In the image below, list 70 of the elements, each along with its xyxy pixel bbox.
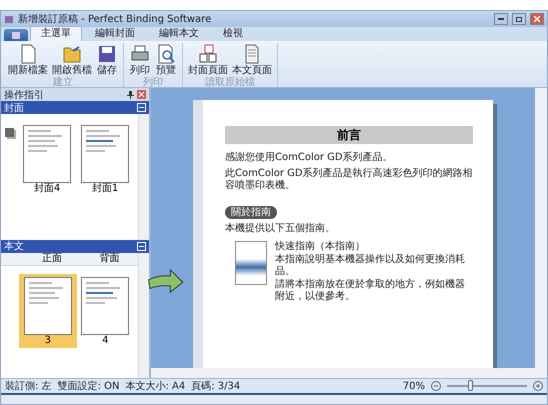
page-thumbnail[interactable]: 3 [19, 274, 76, 348]
section-badge: 關於指南 [225, 206, 277, 219]
close-button[interactable] [530, 13, 544, 25]
scrollbar[interactable] [138, 114, 149, 240]
ribbon-button[interactable]: 列印 [128, 43, 152, 76]
page-preview [81, 125, 129, 183]
status-text: 裝訂側: 左 [5, 380, 52, 393]
close-icon[interactable] [137, 90, 146, 99]
zoom-out-icon[interactable] [431, 381, 441, 391]
section-header[interactable]: 本文 [1, 240, 149, 252]
guide-text: 請將本指南放在便於拿取的地方，例如機器附近，以便參考。 [275, 279, 466, 303]
arrow-icon [148, 268, 184, 294]
save-icon [96, 43, 118, 65]
app-menu-button[interactable] [4, 29, 28, 41]
minimize-button[interactable] [494, 13, 508, 25]
group-label: 建立 [53, 77, 73, 89]
column-header: 背面 [98, 252, 120, 264]
scrollbar[interactable] [535, 88, 547, 368]
maximize-icon [516, 16, 522, 22]
page-label: 封面1 [92, 183, 118, 195]
page-label: 封面4 [34, 183, 60, 195]
group-label: 列印 [143, 77, 163, 89]
status-text: 雙面設定: ON [58, 380, 120, 393]
panel-title: 操作指引 [4, 88, 45, 102]
page-thumbnail[interactable]: 封面1 [76, 122, 134, 196]
guide-text: 本指南說明基本機器操作以及如何更換消耗品。 [275, 254, 466, 278]
intro-text: 感謝您使用ComColor GD系列產品。 [225, 152, 394, 164]
section-title: 本文 [4, 240, 25, 253]
page-thumbnail[interactable]: 4 [76, 274, 134, 348]
status-text: 本文大小: A4 [125, 380, 186, 393]
pin-icon[interactable] [127, 90, 134, 98]
section-header[interactable]: 封面 [1, 101, 149, 114]
guide-title: 快速指南（本指南） [275, 241, 366, 253]
maximize-button[interactable] [512, 13, 526, 25]
zoom-reading: 70% [402, 380, 425, 392]
pages-icon [197, 43, 219, 65]
page-heading: 前言 [225, 126, 473, 144]
slider-thumb[interactable] [468, 380, 473, 391]
scrollbar[interactable] [151, 368, 547, 378]
guide-cover-thumbnail [235, 241, 267, 285]
collapse-icon[interactable] [137, 103, 146, 112]
status-text: 頁碼: 3/34 [191, 380, 240, 393]
collapse-icon[interactable] [137, 242, 146, 250]
page-preview [23, 125, 71, 183]
section-title: 封面 [4, 102, 25, 114]
ribbon-button[interactable]: 封面頁面 [187, 43, 229, 76]
page-label: 4 [102, 334, 108, 346]
ribbon-button[interactable]: 開新檔案 [7, 43, 49, 76]
window-title: 新增裝訂原稿 - Perfect Binding Software [18, 12, 212, 26]
ribbon-button[interactable]: 本文頁面 [231, 43, 273, 76]
group-label: 讀取原始檔 [205, 77, 255, 89]
close-icon [534, 16, 540, 22]
ribbon-button[interactable]: 預覽 [154, 43, 178, 76]
intro-text: 此ComColor GD系列產品是執行高速彩色列印的網路相容噴墨印表機。 [225, 168, 473, 192]
zoom-in-icon[interactable] [533, 381, 543, 391]
page-preview [81, 276, 130, 334]
ribbon-tab[interactable]: 檢視 [212, 26, 254, 41]
page-label: 3 [44, 334, 51, 346]
scrollbar[interactable] [138, 252, 149, 378]
spread-marker-icon [5, 128, 14, 137]
ribbon-tab[interactable]: 編輯本文 [148, 26, 210, 41]
ribbon-tab[interactable]: 主選單 [30, 26, 82, 41]
page-thumbnail[interactable]: 封面4 [18, 122, 76, 196]
minimize-icon [498, 18, 504, 20]
ribbon-button[interactable]: 開啟舊檔 [51, 43, 93, 76]
ribbon-tab[interactable]: 編輯封面 [84, 26, 146, 41]
page-preview [24, 276, 72, 334]
column-header: 正面 [40, 252, 63, 264]
lead-text: 本機提供以下五個指南。 [225, 223, 336, 235]
ribbon-button[interactable]: 儲存 [95, 43, 119, 76]
